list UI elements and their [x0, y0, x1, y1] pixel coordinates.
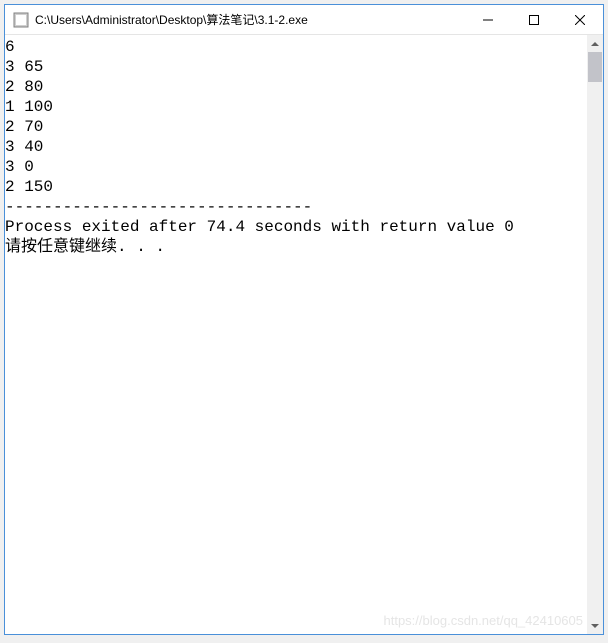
window-controls: [465, 5, 603, 34]
scroll-up-button[interactable]: [587, 35, 603, 52]
application-window: C:\Users\Administrator\Desktop\算法笔记\3.1-…: [4, 4, 604, 635]
maximize-button[interactable]: [511, 5, 557, 34]
content-area: 6 3 65 2 80 1 100 2 70 3 40 3 0 2 150 --…: [5, 35, 603, 634]
close-button[interactable]: [557, 5, 603, 34]
app-icon: [13, 12, 29, 28]
scroll-down-button[interactable]: [587, 617, 603, 634]
console-output: 6 3 65 2 80 1 100 2 70 3 40 3 0 2 150 --…: [5, 35, 586, 634]
scrollbar-thumb[interactable]: [588, 52, 602, 82]
window-title: C:\Users\Administrator\Desktop\算法笔记\3.1-…: [35, 11, 465, 28]
scrollbar-vertical[interactable]: [586, 35, 603, 634]
titlebar: C:\Users\Administrator\Desktop\算法笔记\3.1-…: [5, 5, 603, 35]
minimize-button[interactable]: [465, 5, 511, 34]
scrollbar-track[interactable]: [587, 52, 603, 617]
